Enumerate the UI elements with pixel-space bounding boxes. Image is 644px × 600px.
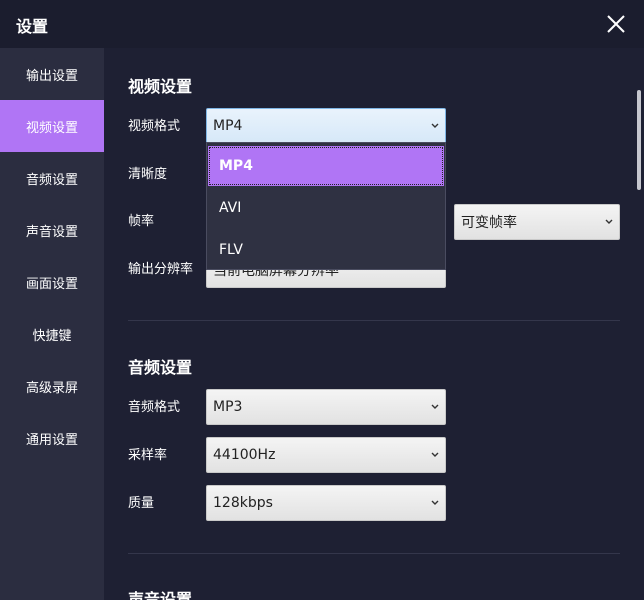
dropdown-option-avi[interactable]: AVI	[208, 188, 444, 228]
window-title: 设置	[16, 17, 49, 36]
chevron-down-icon	[429, 119, 441, 133]
settings-sidebar: 输出设置 视频设置 音频设置 声音设置 画面设置 快捷键 高级录屏 通用设置	[0, 48, 104, 600]
audio-section-title: 音频设置	[128, 358, 193, 377]
chevron-down-icon	[429, 400, 441, 414]
sound-section-title: 声音设置	[128, 590, 193, 600]
video-format-select[interactable]: MP4	[206, 108, 446, 144]
settings-content: 视频设置 视频格式 MP4 清晰度 帧率 可变帧率 输出分辨率 当前电脑屏幕分辨…	[104, 48, 644, 600]
audio-format-select[interactable]: MP3	[206, 389, 446, 425]
sidebar-item-sound[interactable]: 声音设置	[0, 204, 104, 256]
chevron-down-icon	[429, 496, 441, 510]
dropdown-option-flv[interactable]: FLV	[208, 230, 444, 270]
sidebar-item-output[interactable]: 输出设置	[0, 48, 104, 100]
sidebar-item-label: 快捷键	[32, 328, 72, 344]
sidebar-item-general[interactable]: 通用设置	[0, 412, 104, 464]
sidebar-item-display[interactable]: 画面设置	[0, 256, 104, 308]
framerate-mode-value: 可变帧率	[461, 215, 517, 231]
sidebar-item-hotkeys[interactable]: 快捷键	[0, 308, 104, 360]
audio-format-value: MP3	[213, 399, 243, 415]
section-divider	[128, 553, 620, 554]
resolution-label: 输出分辨率	[128, 262, 194, 277]
video-format-dropdown: MP4 AVI FLV	[206, 142, 446, 270]
video-section-title: 视频设置	[128, 77, 193, 96]
quality-select[interactable]: 128kbps	[206, 485, 446, 521]
sidebar-item-label: 音频设置	[25, 172, 78, 188]
quality-value: 128kbps	[213, 495, 273, 511]
sidebar-item-label: 声音设置	[25, 224, 78, 240]
samplerate-label: 采样率	[128, 448, 168, 463]
sidebar-item-label: 输出设置	[25, 68, 78, 84]
clarity-label: 清晰度	[128, 167, 168, 182]
quality-label: 质量	[128, 496, 155, 511]
section-divider	[128, 320, 620, 321]
sidebar-item-audio[interactable]: 音频设置	[0, 152, 104, 204]
framerate-label: 帧率	[128, 214, 155, 229]
audio-format-label: 音频格式	[128, 400, 181, 415]
content-scrollbar[interactable]	[637, 90, 641, 190]
close-button[interactable]	[600, 8, 632, 40]
title-bar: 设置	[0, 0, 644, 48]
framerate-mode-select[interactable]: 可变帧率	[454, 204, 620, 240]
close-icon	[607, 15, 625, 33]
dropdown-option-mp4[interactable]: MP4	[208, 146, 444, 186]
sidebar-item-label: 通用设置	[25, 432, 78, 448]
video-format-label: 视频格式	[128, 119, 181, 134]
chevron-down-icon	[603, 215, 615, 229]
video-format-value: MP4	[213, 118, 243, 134]
samplerate-select[interactable]: 44100Hz	[206, 437, 446, 473]
samplerate-value: 44100Hz	[213, 447, 276, 463]
sidebar-item-label: 视频设置	[25, 120, 78, 136]
sidebar-item-advanced-recording[interactable]: 高级录屏	[0, 360, 104, 412]
sidebar-item-label: 高级录屏	[25, 380, 78, 396]
sidebar-item-video[interactable]: 视频设置	[0, 100, 104, 152]
sidebar-item-label: 画面设置	[25, 276, 78, 292]
chevron-down-icon	[429, 448, 441, 462]
